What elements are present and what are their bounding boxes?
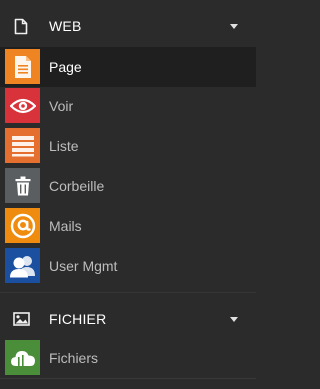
chevron-down-icon[interactable] [230, 23, 238, 29]
image-icon [12, 310, 30, 328]
menu-item-liste[interactable]: Liste [0, 126, 256, 166]
sidebar-menu: WEB Page Voir Liste Corbeille Mails User… [0, 0, 256, 389]
menu-item-corbeille[interactable]: Corbeille [0, 166, 256, 206]
menu-item-label: Mails [49, 218, 82, 234]
menu-item-page[interactable]: Page [0, 47, 256, 87]
section-title-fichier: FICHIER [49, 311, 107, 327]
menu-item-label: Page [49, 59, 82, 75]
section-title-web: WEB [49, 18, 82, 34]
at-sign-icon [5, 208, 40, 243]
eye-icon [5, 88, 40, 123]
menu-item-label: Liste [49, 138, 79, 154]
section-header-fichier[interactable]: FICHIER [0, 296, 256, 342]
menu-item-label: Corbeille [49, 178, 105, 194]
menu-item-fichiers[interactable]: Fichiers [0, 338, 256, 378]
users-icon [5, 248, 40, 283]
section-header-web[interactable]: WEB [0, 3, 256, 49]
file-outline-icon [12, 17, 30, 35]
section-divider [0, 378, 256, 379]
menu-item-label: Fichiers [49, 350, 99, 366]
menu-item-mails[interactable]: Mails [0, 206, 256, 246]
menu-item-user-mgmt[interactable]: User Mgmt [0, 246, 256, 286]
menu-item-voir[interactable]: Voir [0, 86, 256, 126]
list-icon [5, 128, 40, 163]
section-divider [0, 292, 256, 293]
chevron-down-icon[interactable] [230, 316, 238, 322]
menu-item-label: Voir [49, 98, 74, 114]
menu-item-label: User Mgmt [49, 258, 118, 274]
document-icon [5, 49, 40, 84]
trash-icon [5, 168, 40, 203]
cloud-icon [5, 340, 40, 375]
